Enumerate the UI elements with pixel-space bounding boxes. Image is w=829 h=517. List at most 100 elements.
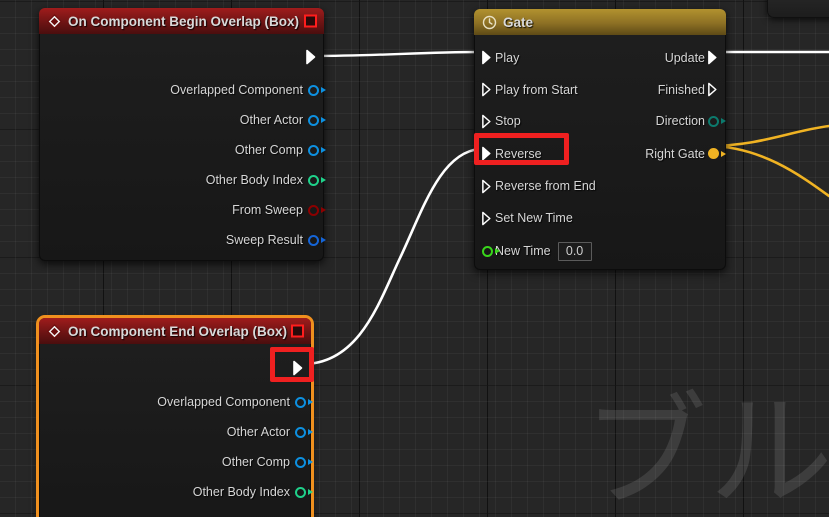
pin-row-new-time[interactable]: New Time 0.0 [475,234,725,268]
pin-label: Set New Time [495,211,573,225]
input-pin-reverse-from-end[interactable] [480,179,494,193]
event-diamond-icon [47,13,62,29]
pin-row-exec[interactable] [40,349,310,387]
node-header[interactable]: On Component End Overlap (Box) [39,318,311,344]
pin-label: Sweep Result [225,233,303,247]
pin-row-playfromstart-finished[interactable]: Play from Start Finished [475,74,725,105]
exec-arrow-icon [481,50,491,65]
pin-label: Update [664,50,705,65]
exec-arrow-icon [481,211,491,225]
exec-arrow-icon [306,49,316,65]
node-body: Overlapped Component Other Actor Other C… [39,344,313,517]
pin-label: Play from Start [495,82,578,97]
pin-row-exec[interactable] [40,39,323,75]
pin-row-reverse-rightgate[interactable]: Reverse Right Gate [475,137,726,170]
pin-label: Other Actor [226,425,290,439]
exec-arrow-icon [481,114,491,128]
data-pin-dot-icon [307,114,326,126]
exec-output-pin[interactable] [292,360,306,376]
input-pin-reverse[interactable] [480,146,494,161]
data-pin-dot-icon [294,426,313,438]
pin-row-other-body-index[interactable]: Other Body Index [40,477,313,507]
pin-label: Other Actor [239,113,303,127]
new-time-input[interactable]: 0.0 [557,241,592,261]
data-pin-dot-icon [294,396,313,408]
output-pin-finished[interactable] [706,82,720,97]
node-header[interactable]: On Component Begin Overlap (Box) [39,8,324,34]
pin-row-reverse-from-end[interactable]: Reverse from End [475,170,725,202]
pin-row-overlapped-component[interactable]: Overlapped Component [40,387,313,417]
pin-label: Reverse [495,146,542,161]
input-pin-play-from-start[interactable] [480,82,494,97]
pin-row-set-new-time[interactable]: Set New Time [475,202,725,234]
output-pin-right-gate[interactable] [706,147,726,161]
watermark-text: ブル [582,381,829,517]
node-on-component-end-overlap[interactable]: On Component End Overlap (Box) Overlappe… [36,315,314,517]
pin-label: Direction [655,114,705,128]
pin-label: Reverse from End [495,179,596,193]
pin-row-from-sweep[interactable]: From Sweep [40,195,326,225]
output-pin-object[interactable] [306,233,326,247]
pin-row-other-comp[interactable]: Other Comp [40,135,326,165]
pin-row-other-actor[interactable]: Other Actor [40,417,313,447]
pin-label: Finished [657,82,705,97]
data-pin-dot-icon [294,456,313,468]
event-diamond-icon [47,323,62,339]
data-pin-dot-icon [307,144,326,156]
pin-label: Other Comp [221,455,290,469]
offscreen-node-partial[interactable] [767,0,829,18]
pin-label: Play [495,50,520,65]
exec-arrow-icon [481,146,491,161]
node-gate[interactable]: Gate Play Update Play from Start Finishe… [474,9,726,270]
data-pin-dot-icon [307,234,326,246]
pin-row-other-body-index[interactable]: Other Body Index [40,165,326,195]
blueprint-graph-canvas[interactable]: ブル On Component Begin Overlap (Box) Over… [0,0,829,517]
pin-label: From Sweep [232,203,303,217]
input-pin-new-time[interactable] [480,244,500,258]
exec-arrow-icon [707,50,717,65]
node-body: Overlapped Component Other Actor Other C… [39,34,326,261]
output-pin-int[interactable] [293,485,313,499]
output-pin-object[interactable] [306,113,326,127]
output-pin-object[interactable] [293,425,313,439]
output-pin-direction[interactable] [706,114,726,128]
input-pin-stop[interactable] [480,114,494,128]
delegate-output-pin[interactable] [291,324,304,338]
exec-output-pin[interactable] [305,49,319,65]
pin-row-stop-direction[interactable]: Stop Direction [475,105,726,137]
pin-label: Overlapped Component [157,395,290,409]
data-pin-dot-icon [481,245,500,257]
output-pin-bool[interactable] [306,203,326,217]
data-pin-dot-icon [307,174,326,186]
data-pin-dot-icon [707,115,726,127]
pin-label: Right Gate [645,146,705,161]
exec-arrow-icon [481,82,491,97]
clock-icon [482,15,497,30]
pin-row-other-actor[interactable]: Other Actor [40,105,326,135]
pin-row-other-comp[interactable]: Other Comp [40,447,313,477]
pin-label: Other Body Index [205,173,303,187]
node-on-component-begin-overlap[interactable]: On Component Begin Overlap (Box) Overlap… [39,8,326,261]
pin-label: Other Comp [234,143,303,157]
pin-row-overlapped-component[interactable]: Overlapped Component [40,75,326,105]
data-pin-dot-icon [307,84,326,96]
output-pin-object[interactable] [293,455,313,469]
delegate-output-pin[interactable] [304,14,317,28]
pin-row-sweep-result[interactable]: Sweep Result [40,225,326,255]
data-pin-dot-icon [707,148,726,159]
node-title: On Component End Overlap (Box) [68,323,288,339]
data-pin-dot-icon [294,486,313,498]
input-pin-set-new-time[interactable] [480,211,494,225]
pin-label: Stop [495,114,521,128]
output-pin-update[interactable] [706,50,720,65]
output-pin-int[interactable] [306,173,326,187]
output-pin-object[interactable] [306,143,326,157]
input-pin-play[interactable] [480,50,494,65]
node-header[interactable]: Gate [474,9,726,35]
exec-arrow-icon [481,179,491,193]
node-body: Play Update Play from Start Finished Sto… [474,35,726,270]
pin-row-play-update[interactable]: Play Update [475,41,725,74]
output-pin-object[interactable] [293,395,313,409]
output-pin-object[interactable] [306,83,326,97]
node-title: Gate [503,14,534,30]
